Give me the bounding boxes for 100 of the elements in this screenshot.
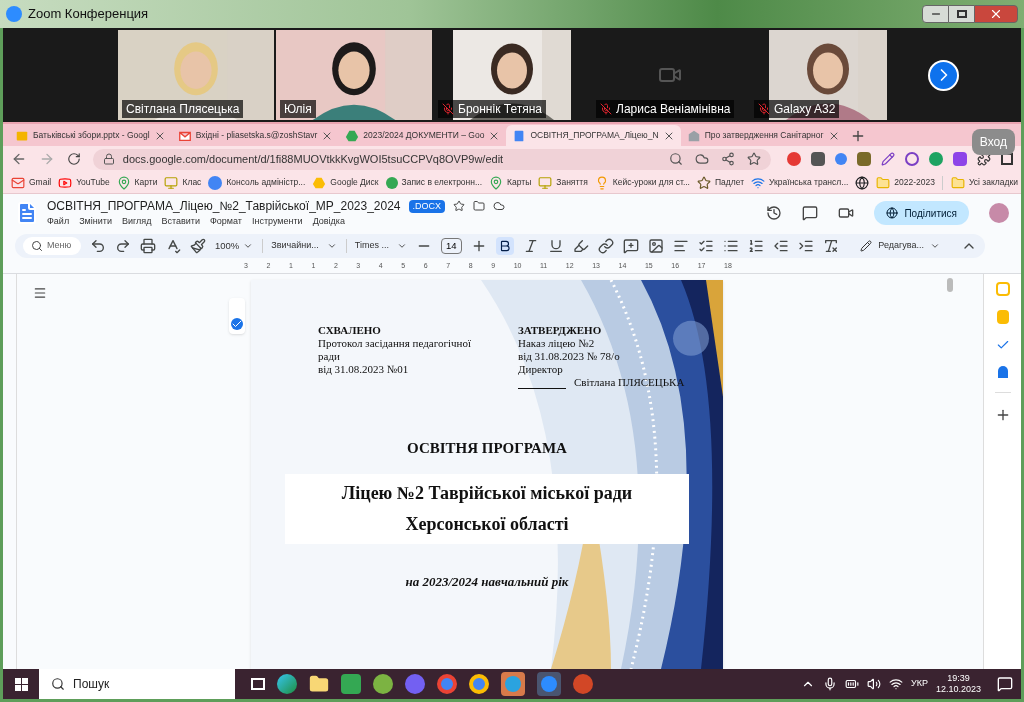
network-icon[interactable] — [889, 677, 903, 691]
maximize-button[interactable] — [949, 5, 974, 23]
menu-item[interactable]: Файл — [47, 215, 70, 229]
bullet-list-icon[interactable] — [722, 238, 739, 254]
chrome-icon[interactable] — [437, 674, 457, 694]
share-button[interactable]: Поділитися — [874, 201, 969, 225]
taskbar-search-field[interactable]: Пошук — [39, 669, 235, 699]
mode-dropdown[interactable]: Редагува... — [860, 239, 940, 253]
spellcheck-icon[interactable] — [165, 238, 181, 254]
extension-icon[interactable] — [835, 153, 847, 165]
indent-increase-icon[interactable] — [797, 238, 814, 254]
powerpoint-icon[interactable] — [573, 674, 593, 694]
share-icon[interactable] — [721, 152, 735, 166]
volume-icon[interactable] — [867, 677, 881, 691]
address-field[interactable]: docs.google.com/document/d/1fi88MUOVtkkKvgWOI5tsuCCPVq8OVP9w/edit — [92, 148, 771, 170]
file-explorer-icon[interactable] — [309, 674, 329, 694]
indent-decrease-icon[interactable] — [772, 238, 789, 254]
menu-item[interactable]: Формат — [209, 215, 242, 229]
microphone-icon[interactable] — [823, 677, 837, 691]
extension-icon[interactable] — [811, 152, 825, 166]
bookmark-link[interactable]: Карты — [507, 176, 532, 189]
scrollbar-thumb[interactable] — [947, 278, 953, 292]
browser-tab[interactable]: 2023/2024 ДОКУМЕНТИ – Goo — [339, 125, 507, 146]
link-icon[interactable] — [597, 238, 614, 254]
print-icon[interactable] — [140, 238, 156, 254]
bookmark-link[interactable]: Консоль адміністр... — [226, 176, 306, 189]
search-icon[interactable] — [669, 152, 683, 166]
extension-icon[interactable] — [905, 152, 919, 166]
extension-icon[interactable] — [787, 152, 801, 166]
back-icon[interactable] — [11, 151, 27, 167]
task-view-icon[interactable] — [251, 678, 265, 690]
all-bookmarks-link[interactable]: Усі закладки — [969, 176, 1018, 189]
undo-icon[interactable] — [90, 238, 106, 254]
align-icon[interactable] — [672, 238, 689, 254]
bookmark-link[interactable]: Українська трансл... — [769, 176, 849, 189]
bold-button[interactable] — [495, 237, 514, 255]
tasks-icon[interactable] — [995, 338, 1010, 352]
clock-date[interactable]: 12.10.2023 — [935, 684, 981, 695]
viber-icon[interactable] — [405, 674, 425, 694]
image-icon[interactable] — [647, 238, 664, 254]
bookmark-link[interactable]: 2022-2023 — [894, 176, 935, 189]
user-avatar[interactable] — [989, 203, 1009, 223]
cloud-icon[interactable] — [695, 152, 709, 166]
bookmark-link[interactable]: Карти — [134, 176, 158, 189]
reload-icon[interactable] — [66, 152, 81, 166]
bookmark-link[interactable]: Запис в електронн... — [401, 176, 483, 189]
menu-item[interactable]: Інструменти — [251, 215, 303, 229]
move-folder-icon[interactable] — [473, 200, 486, 213]
menu-search-field[interactable]: Меню — [23, 237, 81, 255]
browser-tab[interactable]: Вхідні - pliasetska.s@zoshStavr — [171, 125, 340, 146]
language-indicator[interactable]: УКР — [911, 677, 928, 691]
menu-item[interactable]: Вигляд — [121, 215, 152, 229]
bookmark-link[interactable]: Падлет — [715, 176, 745, 189]
history-icon[interactable] — [766, 205, 783, 221]
meet-icon[interactable] — [838, 205, 855, 221]
clear-format-icon[interactable] — [822, 238, 839, 254]
bookmark-star-icon[interactable] — [747, 152, 761, 166]
underline-icon[interactable] — [547, 238, 564, 254]
document-title[interactable]: ОСВІТНЯ_ПРОГРАМА_Ліцею_№2_Таврійської_МР_2023_2024 — [47, 197, 401, 216]
comments-icon[interactable] — [802, 205, 819, 221]
clock-time[interactable]: 19:39 — [947, 673, 970, 684]
menu-item[interactable]: Вставити — [161, 215, 200, 229]
bookmark-link[interactable]: Заняття — [556, 176, 588, 189]
side-panel-icon[interactable] — [1001, 153, 1013, 165]
bookmark-link[interactable]: Клас — [182, 176, 202, 189]
menu-item[interactable]: Змінити — [79, 215, 112, 229]
zoom-dropdown[interactable]: 100% — [215, 238, 254, 254]
next-page-button[interactable] — [928, 59, 959, 91]
zoom-app-icon[interactable] — [537, 672, 561, 696]
browser-tab[interactable]: Батьківські збори.pptx - Googl — [9, 125, 172, 146]
browser-tab[interactable]: ОСВІТНЯ_ПРОГРАМА_Ліцею_N — [506, 125, 681, 146]
extension-icon[interactable] — [953, 152, 967, 166]
outline-icon[interactable] — [33, 286, 47, 300]
grammar-widget[interactable] — [229, 298, 245, 334]
battery-icon[interactable] — [845, 677, 859, 691]
extension-icon[interactable] — [929, 152, 943, 166]
numbered-list-icon[interactable] — [747, 238, 764, 254]
bookmark-link[interactable]: Google Диск — [330, 176, 379, 189]
star-icon[interactable] — [453, 200, 466, 213]
bookmark-link[interactable]: YouTube — [76, 176, 110, 189]
browser-tab[interactable]: Про затвердження Санітарног — [680, 125, 846, 146]
font-size-field[interactable]: 14 — [440, 237, 462, 255]
pencil-icon[interactable] — [881, 152, 895, 166]
extensions-icon[interactable] — [977, 152, 991, 166]
notifications-icon[interactable] — [997, 676, 1013, 692]
add-comment-icon[interactable] — [622, 238, 639, 254]
bookmark-link[interactable]: Кейс-уроки для ст... — [612, 176, 690, 189]
contacts-icon[interactable] — [997, 366, 1008, 378]
extension-icon[interactable] — [857, 152, 871, 166]
style-dropdown[interactable]: Звичайни... — [262, 239, 337, 253]
menu-item[interactable]: Довідка — [312, 215, 345, 229]
paint-format-icon[interactable] — [190, 238, 206, 254]
redo-icon[interactable] — [115, 238, 131, 254]
edge-icon[interactable] — [277, 674, 297, 694]
participant-tile[interactable]: Світлана Плясецька — [118, 30, 274, 120]
app-icon[interactable] — [373, 674, 393, 694]
font-dropdown[interactable]: Times ... — [345, 239, 407, 253]
bookmark-link[interactable]: Gmail — [29, 176, 52, 189]
cloud-icon[interactable] — [493, 200, 506, 213]
chrome-icon[interactable] — [469, 674, 489, 694]
